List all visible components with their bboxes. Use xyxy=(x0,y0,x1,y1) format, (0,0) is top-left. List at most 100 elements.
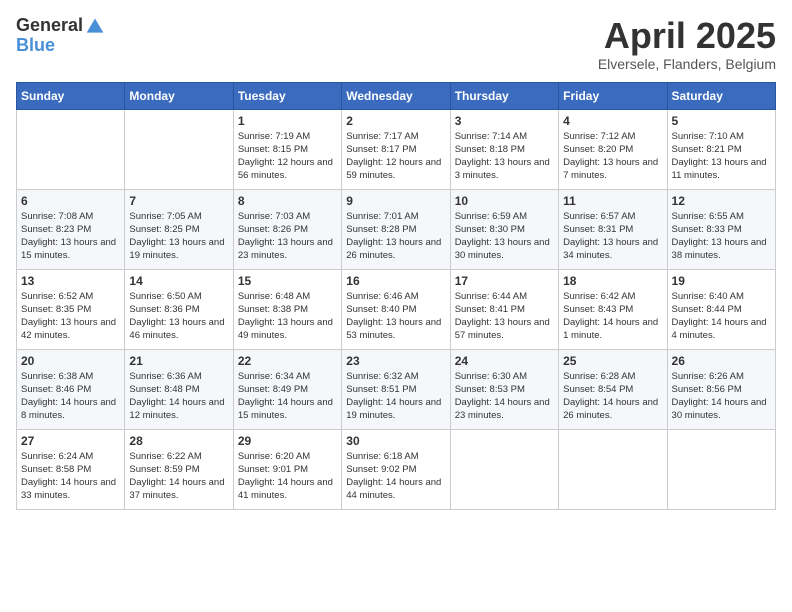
day-cell: 8 Sunrise: 7:03 AM Sunset: 8:26 PM Daylig… xyxy=(233,189,341,269)
day-cell: 28 Sunrise: 6:22 AM Sunset: 8:59 PM Dayli… xyxy=(125,429,233,509)
day-number: 9 xyxy=(346,194,445,208)
day-info: Sunrise: 6:42 AM Sunset: 8:43 PM Dayligh… xyxy=(563,290,662,343)
day-info: Sunrise: 7:19 AM Sunset: 8:15 PM Dayligh… xyxy=(238,130,337,183)
day-number: 16 xyxy=(346,274,445,288)
day-number: 3 xyxy=(455,114,554,128)
day-info: Sunrise: 6:48 AM Sunset: 8:38 PM Dayligh… xyxy=(238,290,337,343)
day-cell xyxy=(667,429,775,509)
day-info: Sunrise: 6:36 AM Sunset: 8:48 PM Dayligh… xyxy=(129,370,228,423)
day-cell: 12 Sunrise: 6:55 AM Sunset: 8:33 PM Dayli… xyxy=(667,189,775,269)
header-friday: Friday xyxy=(559,82,667,109)
day-number: 15 xyxy=(238,274,337,288)
day-number: 14 xyxy=(129,274,228,288)
day-cell: 17 Sunrise: 6:44 AM Sunset: 8:41 PM Dayli… xyxy=(450,269,558,349)
logo-general-text: General xyxy=(16,16,83,36)
day-info: Sunrise: 7:17 AM Sunset: 8:17 PM Dayligh… xyxy=(346,130,445,183)
day-number: 26 xyxy=(672,354,771,368)
day-info: Sunrise: 6:55 AM Sunset: 8:33 PM Dayligh… xyxy=(672,210,771,263)
header-tuesday: Tuesday xyxy=(233,82,341,109)
day-cell: 11 Sunrise: 6:57 AM Sunset: 8:31 PM Dayli… xyxy=(559,189,667,269)
day-number: 21 xyxy=(129,354,228,368)
day-number: 17 xyxy=(455,274,554,288)
day-info: Sunrise: 7:08 AM Sunset: 8:23 PM Dayligh… xyxy=(21,210,120,263)
location: Elversele, Flanders, Belgium xyxy=(598,56,776,72)
day-number: 10 xyxy=(455,194,554,208)
day-info: Sunrise: 7:12 AM Sunset: 8:20 PM Dayligh… xyxy=(563,130,662,183)
month-title: April 2025 xyxy=(598,16,776,56)
day-cell: 20Sunrise: 6:38 AM Sunset: 8:46 PM Dayli… xyxy=(17,349,125,429)
day-number: 1 xyxy=(238,114,337,128)
day-cell: 9 Sunrise: 7:01 AM Sunset: 8:28 PM Daylig… xyxy=(342,189,450,269)
week-row-5: 27Sunrise: 6:24 AM Sunset: 8:58 PM Dayli… xyxy=(17,429,776,509)
week-row-3: 13 Sunrise: 6:52 AM Sunset: 8:35 PM Dayli… xyxy=(17,269,776,349)
day-info: Sunrise: 6:20 AM Sunset: 9:01 PM Dayligh… xyxy=(238,450,337,503)
day-info: Sunrise: 6:40 AM Sunset: 8:44 PM Dayligh… xyxy=(672,290,771,343)
day-cell: 4Sunrise: 7:12 AM Sunset: 8:20 PM Daylig… xyxy=(559,109,667,189)
week-row-4: 20Sunrise: 6:38 AM Sunset: 8:46 PM Dayli… xyxy=(17,349,776,429)
day-cell: 18 Sunrise: 6:42 AM Sunset: 8:43 PM Dayli… xyxy=(559,269,667,349)
day-cell: 15 Sunrise: 6:48 AM Sunset: 8:38 PM Dayli… xyxy=(233,269,341,349)
day-number: 2 xyxy=(346,114,445,128)
day-info: Sunrise: 6:24 AM Sunset: 8:58 PM Dayligh… xyxy=(21,450,120,503)
day-info: Sunrise: 6:26 AM Sunset: 8:56 PM Dayligh… xyxy=(672,370,771,423)
day-cell: 5Sunrise: 7:10 AM Sunset: 8:21 PM Daylig… xyxy=(667,109,775,189)
header-monday: Monday xyxy=(125,82,233,109)
day-number: 8 xyxy=(238,194,337,208)
day-info: Sunrise: 7:03 AM Sunset: 8:26 PM Dayligh… xyxy=(238,210,337,263)
day-cell: 21 Sunrise: 6:36 AM Sunset: 8:48 PM Dayli… xyxy=(125,349,233,429)
day-cell xyxy=(125,109,233,189)
day-cell: 26 Sunrise: 6:26 AM Sunset: 8:56 PM Dayli… xyxy=(667,349,775,429)
day-cell: 1 Sunrise: 7:19 AM Sunset: 8:15 PM Daylig… xyxy=(233,109,341,189)
day-cell: 6 Sunrise: 7:08 AM Sunset: 8:23 PM Daylig… xyxy=(17,189,125,269)
day-cell: 2 Sunrise: 7:17 AM Sunset: 8:17 PM Daylig… xyxy=(342,109,450,189)
page-header: General Blue April 2025 Elversele, Fland… xyxy=(16,16,776,72)
day-info: Sunrise: 6:22 AM Sunset: 8:59 PM Dayligh… xyxy=(129,450,228,503)
day-info: Sunrise: 6:44 AM Sunset: 8:41 PM Dayligh… xyxy=(455,290,554,343)
day-cell xyxy=(450,429,558,509)
day-number: 7 xyxy=(129,194,228,208)
day-cell: 13 Sunrise: 6:52 AM Sunset: 8:35 PM Dayli… xyxy=(17,269,125,349)
day-number: 6 xyxy=(21,194,120,208)
day-info: Sunrise: 6:30 AM Sunset: 8:53 PM Dayligh… xyxy=(455,370,554,423)
day-info: Sunrise: 6:32 AM Sunset: 8:51 PM Dayligh… xyxy=(346,370,445,423)
day-cell: 10 Sunrise: 6:59 AM Sunset: 8:30 PM Dayli… xyxy=(450,189,558,269)
week-row-1: 1 Sunrise: 7:19 AM Sunset: 8:15 PM Daylig… xyxy=(17,109,776,189)
day-cell: 19 Sunrise: 6:40 AM Sunset: 8:44 PM Dayli… xyxy=(667,269,775,349)
day-number: 23 xyxy=(346,354,445,368)
day-info: Sunrise: 7:14 AM Sunset: 8:18 PM Dayligh… xyxy=(455,130,554,183)
day-cell: 7 Sunrise: 7:05 AM Sunset: 8:25 PM Daylig… xyxy=(125,189,233,269)
day-info: Sunrise: 7:05 AM Sunset: 8:25 PM Dayligh… xyxy=(129,210,228,263)
day-info: Sunrise: 6:28 AM Sunset: 8:54 PM Dayligh… xyxy=(563,370,662,423)
day-info: Sunrise: 6:34 AM Sunset: 8:49 PM Dayligh… xyxy=(238,370,337,423)
day-info: Sunrise: 7:01 AM Sunset: 8:28 PM Dayligh… xyxy=(346,210,445,263)
header-wednesday: Wednesday xyxy=(342,82,450,109)
day-number: 28 xyxy=(129,434,228,448)
day-info: Sunrise: 6:50 AM Sunset: 8:36 PM Dayligh… xyxy=(129,290,228,343)
day-info: Sunrise: 6:59 AM Sunset: 8:30 PM Dayligh… xyxy=(455,210,554,263)
day-number: 12 xyxy=(672,194,771,208)
day-number: 11 xyxy=(563,194,662,208)
day-info: Sunrise: 6:46 AM Sunset: 8:40 PM Dayligh… xyxy=(346,290,445,343)
day-number: 19 xyxy=(672,274,771,288)
day-number: 13 xyxy=(21,274,120,288)
calendar-table: SundayMondayTuesdayWednesdayThursdayFrid… xyxy=(16,82,776,510)
calendar-header-row: SundayMondayTuesdayWednesdayThursdayFrid… xyxy=(17,82,776,109)
day-number: 22 xyxy=(238,354,337,368)
header-sunday: Sunday xyxy=(17,82,125,109)
day-info: Sunrise: 6:18 AM Sunset: 9:02 PM Dayligh… xyxy=(346,450,445,503)
logo-blue-text: Blue xyxy=(16,36,105,56)
day-info: Sunrise: 6:38 AM Sunset: 8:46 PM Dayligh… xyxy=(21,370,120,423)
day-number: 25 xyxy=(563,354,662,368)
day-number: 18 xyxy=(563,274,662,288)
week-row-2: 6 Sunrise: 7:08 AM Sunset: 8:23 PM Daylig… xyxy=(17,189,776,269)
day-cell: 22 Sunrise: 6:34 AM Sunset: 8:49 PM Dayli… xyxy=(233,349,341,429)
day-cell xyxy=(17,109,125,189)
day-cell: 27Sunrise: 6:24 AM Sunset: 8:58 PM Dayli… xyxy=(17,429,125,509)
day-cell: 25 Sunrise: 6:28 AM Sunset: 8:54 PM Dayli… xyxy=(559,349,667,429)
header-thursday: Thursday xyxy=(450,82,558,109)
day-number: 30 xyxy=(346,434,445,448)
day-number: 24 xyxy=(455,354,554,368)
day-info: Sunrise: 6:52 AM Sunset: 8:35 PM Dayligh… xyxy=(21,290,120,343)
header-saturday: Saturday xyxy=(667,82,775,109)
day-info: Sunrise: 6:57 AM Sunset: 8:31 PM Dayligh… xyxy=(563,210,662,263)
